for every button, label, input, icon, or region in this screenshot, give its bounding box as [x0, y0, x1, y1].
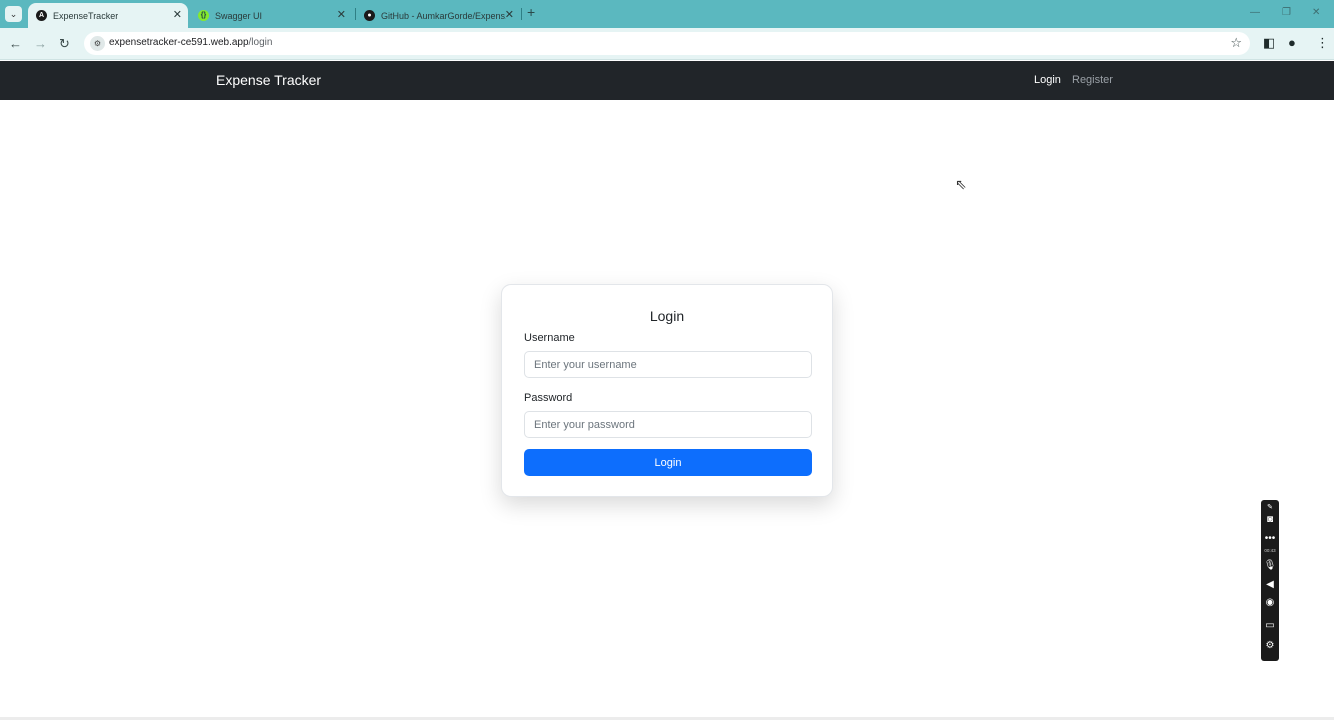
login-card: Login Username Password Login — [501, 284, 833, 497]
navbar-brand[interactable]: Expense Tracker — [216, 72, 321, 88]
restore-icon[interactable]: ❐ — [1282, 7, 1291, 18]
profile-icon[interactable]: ● — [1288, 35, 1296, 50]
browser-tab-strip: ⌄ A ExpenseTracker ✕ {} Swagger UI ✕ ● G… — [0, 0, 1334, 28]
password-input[interactable] — [524, 411, 812, 438]
tab-title: Swagger UI — [215, 10, 263, 21]
screen-recorder-toolbar: ✎ ◙ ••• 00:43 🎙 ◀ ◉ ▭ ⚙ — [1261, 500, 1279, 661]
settings-gear-icon[interactable]: ⚙ — [1261, 640, 1279, 652]
tab-swagger-ui[interactable]: {} Swagger UI ✕ — [190, 3, 352, 28]
minimize-icon[interactable]: — — [1250, 7, 1260, 18]
tab-separator — [521, 8, 522, 20]
more-dots-icon[interactable]: ••• — [1261, 533, 1279, 545]
username-input[interactable] — [524, 351, 812, 378]
pen-icon[interactable]: ✎ — [1261, 502, 1279, 514]
login-title: Login — [649, 308, 685, 324]
tab-search-button[interactable]: ⌄ — [5, 6, 22, 22]
browser-toolbar: ← → ↻ ⚙ expensetracker-ce591.web.app/log… — [0, 28, 1334, 60]
mouse-cursor-icon: ⇖ — [955, 176, 967, 192]
close-icon[interactable]: ✕ — [173, 8, 182, 21]
chevron-down-icon: ⌄ — [9, 8, 18, 19]
camera-icon[interactable]: ◙ — [1261, 514, 1279, 526]
back-arrow-icon[interactable]: ← — [9, 36, 22, 51]
tab-github[interactable]: ● GitHub - AumkarGorde/Expens... ✕ — [356, 3, 520, 28]
new-tab-button[interactable]: + — [527, 4, 535, 20]
nav-register-link[interactable]: Register — [1072, 74, 1113, 86]
tab-title: ExpenseTracker — [53, 10, 119, 21]
screen-icon[interactable]: ▭ — [1261, 620, 1279, 632]
side-panel-icon[interactable]: ◧ — [1263, 35, 1275, 51]
speaker-icon[interactable]: ◀ — [1261, 579, 1279, 591]
tab-title: GitHub - AumkarGorde/Expens... — [381, 10, 506, 21]
reload-icon[interactable]: ↻ — [59, 36, 70, 52]
tab-expensetracker[interactable]: A ExpenseTracker ✕ — [28, 3, 188, 28]
login-submit-button[interactable]: Login — [524, 449, 812, 476]
site-info-icon[interactable]: ⚙ — [90, 36, 105, 51]
window-close-icon[interactable]: ✕ — [1312, 7, 1320, 18]
recording-timer: 00:43 — [1264, 548, 1276, 553]
close-icon[interactable]: ✕ — [505, 8, 514, 21]
swagger-icon: {} — [198, 10, 209, 21]
bookmark-star-icon[interactable]: ☆ — [1230, 35, 1242, 51]
app-navbar: Expense Tracker Login Register — [0, 61, 1334, 100]
url-path: /login — [248, 37, 273, 48]
webcam-icon[interactable]: ◉ — [1261, 597, 1279, 609]
github-icon: ● — [364, 10, 375, 21]
forward-arrow-icon[interactable]: → — [34, 36, 47, 51]
microphone-icon[interactable]: 🎙 — [1261, 560, 1279, 572]
close-icon[interactable]: ✕ — [337, 8, 346, 21]
address-bar[interactable]: ⚙ expensetracker-ce591.web.app/login ☆ — [84, 32, 1250, 55]
more-menu-icon[interactable]: ⋮ — [1316, 35, 1329, 51]
angular-icon: A — [36, 10, 47, 21]
password-label: Password — [524, 392, 573, 404]
url-host: expensetracker-ce591.web.app — [109, 37, 249, 48]
username-label: Username — [524, 332, 575, 344]
url-text[interactable]: expensetracker-ce591.web.app/login — [109, 37, 272, 48]
nav-login-link[interactable]: Login — [1034, 74, 1061, 86]
